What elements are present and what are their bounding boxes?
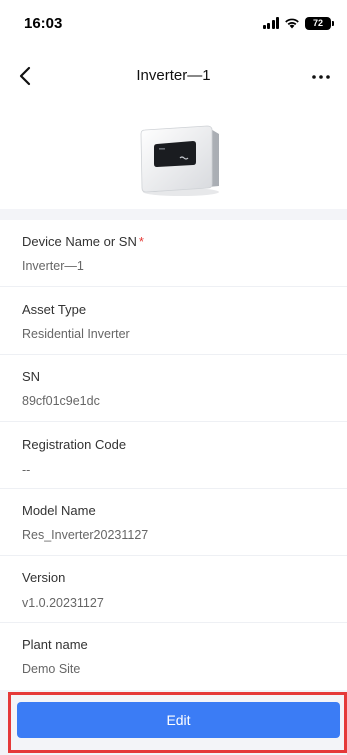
field-value: Res_Inverter20231127 (22, 528, 149, 542)
field-value: Residential Inverter (22, 327, 130, 341)
status-bar: 16:03 72 (0, 0, 347, 46)
field-value: 89cf01c9e1dc (22, 394, 100, 408)
battery-level: 72 (312, 18, 323, 28)
field-label: Device Name or SN * (22, 234, 144, 249)
edit-button[interactable]: Edit (17, 702, 340, 738)
field-asset-type: Asset Type Residential Inverter (0, 287, 347, 355)
field-label: Registration Code (22, 437, 127, 452)
field-version: Version v1.0.20231127 (0, 556, 347, 623)
field-plant-name: Plant name Demo Site (0, 623, 347, 690)
field-sn: SN 89cf01c9e1dc (0, 355, 347, 422)
status-time: 16:03 (24, 15, 63, 32)
inverter-device-image (140, 125, 219, 196)
status-icons: 72 (262, 15, 334, 31)
battery-icon: 72 (305, 16, 334, 30)
field-registration-code: Registration Code -- (0, 422, 347, 489)
page-title: Inverter—1 (136, 67, 211, 84)
field-device-name: Device Name or SN * Inverter—1 (0, 220, 347, 287)
field-label: Model Name (22, 503, 96, 518)
wifi-icon (285, 18, 299, 29)
field-value: Inverter—1 (22, 259, 84, 273)
field-label: Asset Type (22, 302, 87, 317)
field-label: Plant name (22, 637, 88, 652)
field-value: -- (22, 463, 31, 477)
field-label: SN (22, 369, 41, 384)
device-detail-screen: 16:03 72 Inverter—1 Device Name or SN * … (0, 0, 347, 755)
required-marker: * (138, 234, 144, 249)
section-divider (0, 209, 347, 220)
cellular-signal-icon (262, 17, 279, 29)
field-value: v1.0.20231127 (22, 596, 104, 610)
more-horizontal-icon[interactable] (309, 64, 333, 88)
field-label: Version (22, 570, 66, 585)
field-value: Demo Site (22, 662, 81, 676)
field-model-name: Model Name Res_Inverter20231127 (0, 489, 347, 556)
nav-bar: Inverter—1 (0, 58, 347, 94)
